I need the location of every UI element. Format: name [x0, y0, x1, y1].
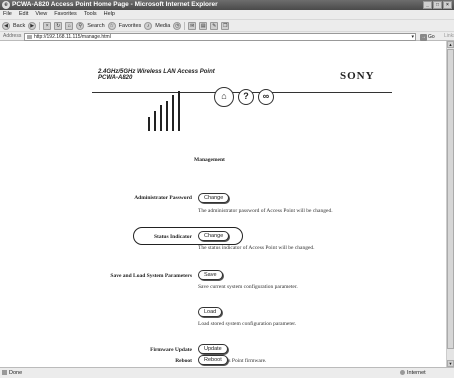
favorites-star-icon[interactable]: ☆ — [107, 21, 116, 30]
page-loaded-icon — [2, 370, 7, 375]
menu-view[interactable]: View — [35, 10, 47, 19]
window-title-bar[interactable]: e PCWA-A820 Access Point Home Page - Mic… — [0, 0, 454, 10]
change-status-indicator-button[interactable]: Change — [198, 231, 230, 241]
page-icon — [27, 35, 32, 39]
toolbar-separator — [39, 21, 41, 30]
menu-file[interactable]: File — [3, 10, 12, 19]
address-label: Address — [3, 33, 22, 39]
mail-icon[interactable]: ✉ — [188, 21, 197, 30]
stop-icon[interactable]: × — [43, 21, 52, 30]
forward-arrow-icon[interactable]: ▶ — [28, 21, 37, 30]
home-page-icon[interactable]: ⌂ — [65, 21, 74, 30]
help-icon[interactable]: ? — [238, 89, 254, 105]
admin-password-description: The administrator password of Access Poi… — [198, 208, 333, 214]
menu-tools[interactable]: Tools — [84, 10, 97, 19]
load-button[interactable]: Load — [198, 307, 223, 317]
brand-logo: SONY — [340, 70, 375, 82]
address-url: http://192.168.11.115/manage.html — [34, 34, 111, 40]
links-label[interactable]: Links — [444, 32, 454, 41]
status-indicator-description: The status indicator of Access Point wil… — [198, 245, 315, 251]
menu-favorites[interactable]: Favorites — [54, 10, 77, 19]
search-button[interactable]: Search — [87, 23, 104, 29]
go-label: Go — [428, 34, 435, 40]
back-button[interactable]: Back — [13, 23, 25, 29]
scrollbar-thumb[interactable] — [447, 49, 454, 349]
status-zone: Internet — [400, 368, 426, 378]
window-title: PCWA-A820 Access Point Home Page - Micro… — [12, 1, 218, 8]
go-arrow-icon: → — [420, 34, 427, 41]
save-description: Save current system configuration parame… — [198, 284, 298, 290]
menu-help[interactable]: Help — [104, 10, 115, 19]
status-text: Done — [9, 370, 23, 376]
firmware-update-label: Firmware Update — [150, 347, 192, 353]
minimize-button[interactable]: _ — [423, 1, 432, 9]
history-icon[interactable]: ◷ — [173, 21, 182, 30]
status-done: Done — [2, 368, 22, 378]
internet-explorer-icon: e — [2, 1, 10, 9]
product-model: PCWA-A820 — [98, 75, 133, 81]
maximize-button[interactable]: □ — [433, 1, 442, 9]
page-title: Management — [194, 157, 225, 163]
media-button[interactable]: Media — [155, 23, 170, 29]
reboot-button[interactable]: Reboot — [198, 355, 228, 365]
change-admin-password-button[interactable]: Change — [198, 193, 230, 203]
go-button[interactable]: → Go — [420, 33, 442, 41]
scroll-up-icon[interactable]: ▲ — [447, 41, 454, 48]
save-load-label: Save and Load System Parameters — [110, 273, 192, 279]
status-indicator-label: Status Indicator — [153, 234, 192, 240]
window-controls: _ □ × — [423, 1, 452, 9]
print-icon[interactable]: ▤ — [199, 21, 208, 30]
media-icon[interactable]: ♪ — [144, 21, 153, 30]
link-icon[interactable]: ∞ — [258, 89, 274, 105]
scroll-down-icon[interactable]: ▼ — [447, 360, 454, 367]
favorites-button[interactable]: Favorites — [119, 23, 142, 29]
admin-password-label: Administrator Password — [134, 195, 192, 201]
home-icon[interactable]: ⌂ — [214, 87, 234, 107]
header-decoration — [148, 81, 198, 131]
vertical-scrollbar[interactable]: ▲ ▼ — [446, 41, 454, 367]
save-button[interactable]: Save — [198, 270, 223, 280]
back-arrow-icon[interactable]: ◀ — [2, 21, 10, 30]
close-button[interactable]: × — [443, 1, 452, 9]
zone-text: Internet — [407, 370, 426, 376]
toolbar-separator — [184, 21, 186, 30]
address-input[interactable]: http://192.168.11.115/manage.html ▾ — [24, 33, 416, 41]
load-description: Load stored system configuration paramet… — [198, 321, 297, 327]
address-bar: Address http://192.168.11.115/manage.htm… — [0, 31, 454, 41]
edit-icon[interactable]: ✎ — [210, 21, 219, 30]
globe-icon — [400, 370, 405, 375]
refresh-icon[interactable]: ↻ — [54, 21, 63, 30]
page-viewport: 2.4GHz/5GHz Wireless LAN Access Point PC… — [0, 41, 446, 367]
menu-bar: File Edit View Favorites Tools Help — [0, 10, 454, 19]
search-icon[interactable]: ⚲ — [76, 21, 85, 30]
discuss-icon[interactable]: ❐ — [221, 21, 230, 30]
status-bar: Done Internet — [0, 367, 454, 378]
reboot-label: Reboot — [175, 358, 192, 364]
update-firmware-button[interactable]: Update — [198, 344, 228, 354]
dropdown-arrow-icon[interactable]: ▾ — [411, 34, 414, 40]
browser-toolbar: ◀ Back ▶ × ↻ ⌂ ⚲ Search ☆ Favorites ♪ Me… — [0, 19, 454, 31]
menu-edit[interactable]: Edit — [19, 10, 28, 19]
